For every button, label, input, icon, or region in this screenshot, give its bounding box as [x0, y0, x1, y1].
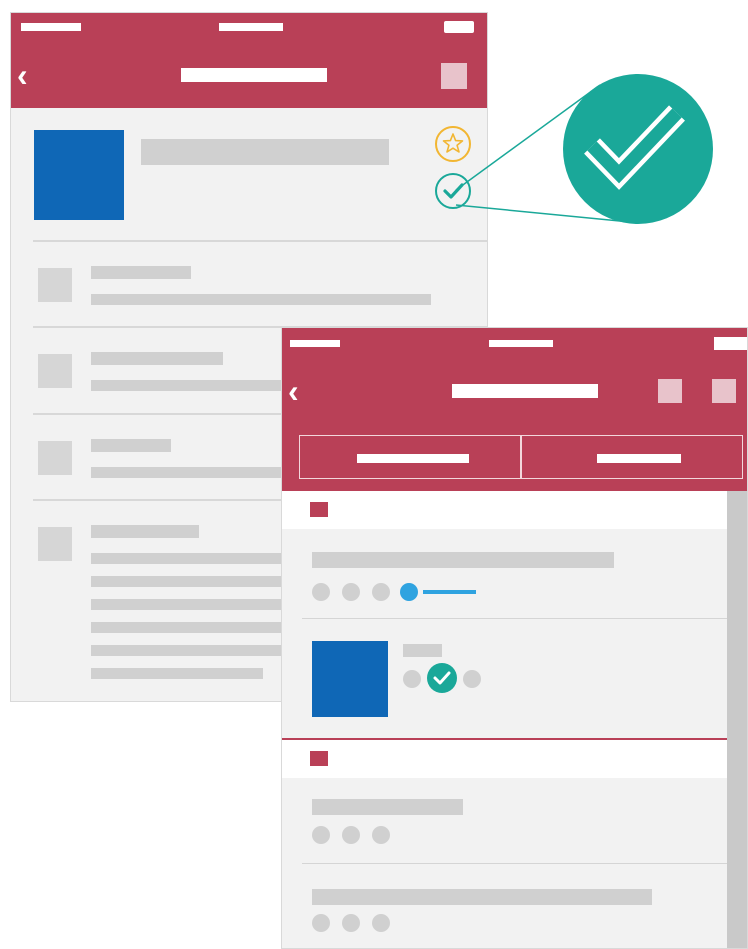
step-dot [372, 914, 390, 932]
row-title-placeholder [91, 525, 199, 538]
row-title-placeholder [312, 889, 652, 905]
step-dot [372, 826, 390, 844]
row-text-placeholder [91, 645, 291, 656]
step-dot [312, 583, 330, 601]
section-marker [310, 751, 328, 766]
section-marker [310, 502, 328, 517]
header-action-button[interactable] [712, 379, 736, 403]
row-text-placeholder [91, 467, 291, 478]
tab-label-placeholder [597, 454, 681, 463]
row-icon [38, 527, 72, 561]
section-header [282, 491, 727, 529]
check-icon [427, 663, 457, 693]
tab-2[interactable] [521, 435, 743, 479]
progress-line [423, 590, 476, 594]
row-text-placeholder [91, 622, 291, 633]
step-dot [342, 826, 360, 844]
tab-1[interactable] [299, 435, 521, 479]
scrollbar[interactable] [727, 491, 747, 948]
step-dot [342, 914, 360, 932]
row-title-placeholder [312, 552, 614, 568]
header-action-button[interactable] [658, 379, 682, 403]
chevron-left-icon[interactable]: ‹ [288, 375, 299, 407]
row-title-placeholder [403, 644, 442, 657]
row-text-placeholder [91, 380, 291, 391]
step-dot [372, 583, 390, 601]
row-text-placeholder [91, 599, 291, 610]
status-bar-left [290, 340, 340, 347]
row-title-placeholder [312, 799, 463, 815]
item-thumbnail [312, 641, 388, 717]
row-text-placeholder [91, 553, 291, 564]
header-bar: ‹ [282, 328, 747, 491]
divider [302, 863, 727, 864]
divider [302, 618, 727, 619]
section-header [282, 740, 727, 778]
row-text-placeholder [91, 668, 263, 679]
row-icon [38, 441, 72, 475]
progress-dot [400, 583, 418, 601]
row-icon [38, 354, 72, 388]
tab-label-placeholder [357, 454, 469, 463]
phone-screen-list: ‹ [281, 327, 748, 949]
status-bar-center [489, 340, 553, 347]
step-dot [312, 914, 330, 932]
header-title-placeholder [452, 384, 598, 398]
step-dot [463, 670, 481, 688]
zoom-callout [455, 74, 713, 224]
step-dot [312, 826, 330, 844]
row-text-placeholder [91, 576, 291, 587]
step-dot [342, 583, 360, 601]
row-title-placeholder [91, 439, 171, 452]
step-dot [403, 670, 421, 688]
battery-icon [714, 337, 747, 350]
row-title-placeholder [91, 352, 223, 365]
